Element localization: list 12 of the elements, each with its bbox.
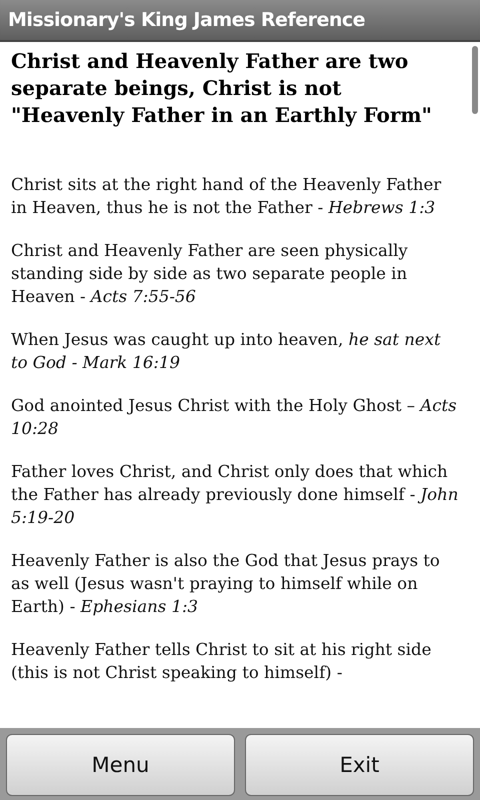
section-heading: Christ and Heavenly Father are two separate beings, Christ is not "Heavenly Father in an Earthly Form" <box>11 48 433 129</box>
verse-paragraph: Heavenly Father is also the God that Jesus prays to as well (Jesus wasn't praying to himself while on Earth) - Ephesians 1:3 <box>11 550 441 618</box>
scrollbar-thumb[interactable] <box>472 46 478 114</box>
menu-button[interactable]: Menu <box>6 734 235 796</box>
menu-button[interactable]: Exit <box>245 734 474 796</box>
window-title: Missionary's King James Reference <box>8 9 366 31</box>
verse-paragraph: Christ sits at the right hand of the Heavenly Father in Heaven, thus he is not the Father - Hebrews 1:3 <box>11 174 442 219</box>
verse-paragraph: Heavenly Father tells Christ to sit at his right side (this is not Christ speaking to himself) - <box>11 639 432 684</box>
verse-paragraph: When Jesus was caught up into heaven, he sat next to God - Mark 16:19 <box>11 329 442 374</box>
verse-paragraph: God anointed Jesus Christ with the Holy Ghost – Acts 10:28 <box>11 395 458 440</box>
verse-paragraph: Father loves Christ, and Christ only does that which the Father has already previously done himself - John 5:19-20 <box>11 461 460 529</box>
verse-paragraph: Christ and Heavenly Father are seen physically standing side by side as two separate people in Heaven - Acts 7:55-56 <box>11 240 409 308</box>
